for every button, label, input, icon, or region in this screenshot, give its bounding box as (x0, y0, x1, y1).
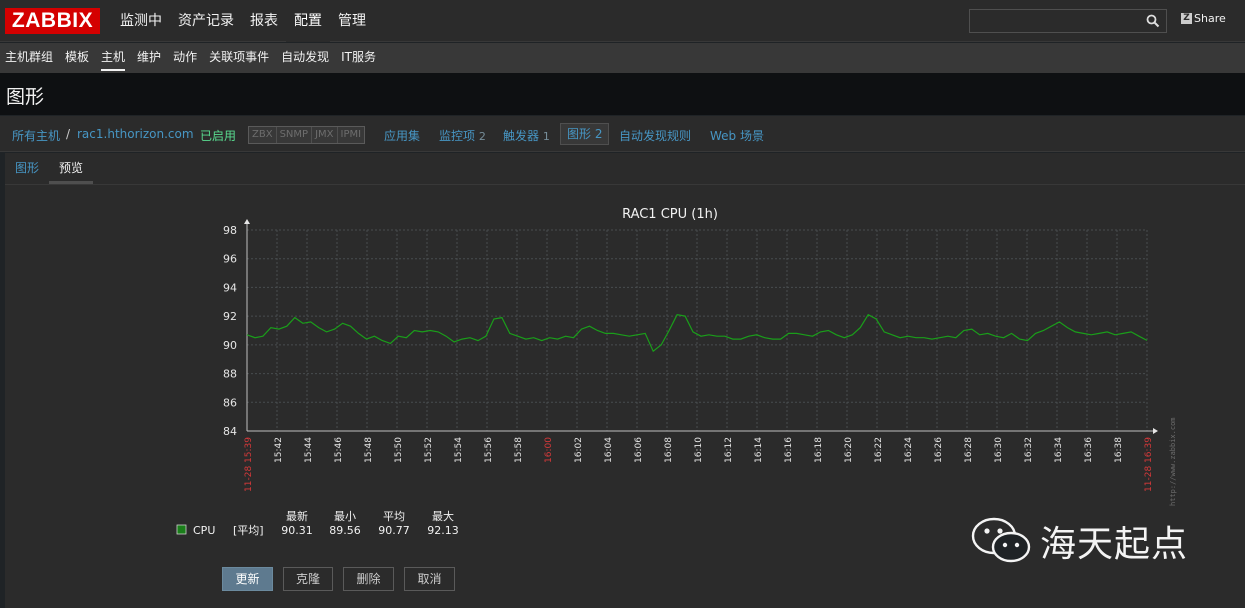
legend-value-last: 90.31 (281, 524, 313, 537)
legend-value-max: 92.13 (427, 524, 459, 537)
clone-button[interactable]: 克隆 (283, 567, 333, 591)
x-tick-label: 16:28 (964, 437, 974, 463)
x-tick-label: 15:48 (364, 437, 374, 463)
y-tick-label: 86 (223, 396, 237, 409)
legend-value-min: 89.56 (329, 524, 361, 537)
legend-header-last: 最新 (286, 509, 308, 523)
x-tick-label: 16:18 (814, 437, 824, 463)
graph-legend: CPU [平均] 最新 最小 平均 最大 90.31 89.56 90.77 9… (176, 509, 459, 537)
x-tick-label: 16:22 (874, 437, 884, 463)
x-tick-label: 15:58 (514, 437, 524, 463)
x-axis-labels: 11-28 15:39 15:42 15:44 15:46 15:48 15:50 15:5… (244, 437, 1154, 492)
y-tick-label: 96 (223, 253, 237, 266)
y-tick-label: 84 (223, 425, 237, 438)
x-tick-label: 15:56 (484, 437, 494, 463)
legend-color-swatch (176, 524, 187, 535)
x-tick-label: 16:06 (634, 437, 644, 463)
watermark-text: 海天起点 (1040, 524, 1189, 565)
y-tick-label: 94 (223, 281, 237, 294)
x-tick-label: 16:32 (1024, 437, 1034, 463)
x-tick-label: 15:52 (424, 437, 434, 463)
x-tick-label: 15:50 (394, 437, 404, 463)
x-tick-label: 16:38 (1114, 437, 1124, 463)
graph-title: RAC1 CPU (1h) (622, 207, 718, 222)
x-tick-label: 11-28 15:39 (244, 437, 254, 492)
x-tick-label: 16:04 (604, 437, 614, 463)
legend-header-avg: 平均 (383, 510, 405, 523)
x-tick-label: 15:44 (304, 437, 314, 463)
x-tick-label: 11-28 16:39 (1144, 437, 1154, 492)
legend-value-avg: 90.77 (378, 524, 410, 537)
delete-button[interactable]: 删除 (343, 567, 394, 591)
x-tick-label: 16:00 (544, 437, 554, 463)
x-tick-label: 15:54 (454, 437, 464, 463)
legend-header-min: 最小 (334, 510, 356, 523)
watermark: 海天起点 (970, 515, 1188, 567)
x-tick-label: 15:46 (334, 437, 344, 463)
x-tick-label: 16:02 (574, 437, 584, 463)
legend-header-max: 最大 (432, 509, 454, 523)
y-tick-label: 92 (223, 310, 237, 323)
update-button[interactable]: 更新 (222, 567, 273, 591)
y-tick-label: 98 (223, 224, 237, 237)
x-tick-label: 16:12 (724, 437, 734, 463)
x-tick-label: 16:10 (694, 437, 704, 463)
legend-function: [平均] (233, 524, 264, 537)
wechat-icon (971, 517, 1031, 563)
y-axis-arrow (244, 219, 250, 224)
graph-grid (244, 219, 1158, 434)
legend-series-name: CPU (193, 524, 215, 537)
x-tick-label: 16:20 (844, 437, 854, 463)
x-tick-label: 16:14 (754, 437, 764, 463)
x-tick-label: 16:26 (934, 437, 944, 463)
zabbix-url-text: http://www.zabbix.com (1169, 417, 1177, 506)
x-tick-label: 16:34 (1054, 437, 1064, 463)
y-tick-label: 88 (223, 368, 237, 381)
x-axis-arrow (1153, 428, 1158, 434)
x-tick-label: 15:42 (274, 437, 284, 463)
y-tick-label: 90 (223, 339, 237, 352)
x-tick-label: 16:36 (1084, 437, 1094, 463)
cancel-button[interactable]: 取消 (404, 567, 455, 591)
x-tick-label: 16:08 (664, 437, 674, 463)
x-tick-label: 16:24 (904, 437, 914, 463)
x-tick-label: 16:16 (784, 437, 794, 463)
x-tick-label: 16:30 (994, 437, 1004, 463)
y-axis-labels: 84 86 88 90 92 94 96 98 (223, 224, 237, 438)
